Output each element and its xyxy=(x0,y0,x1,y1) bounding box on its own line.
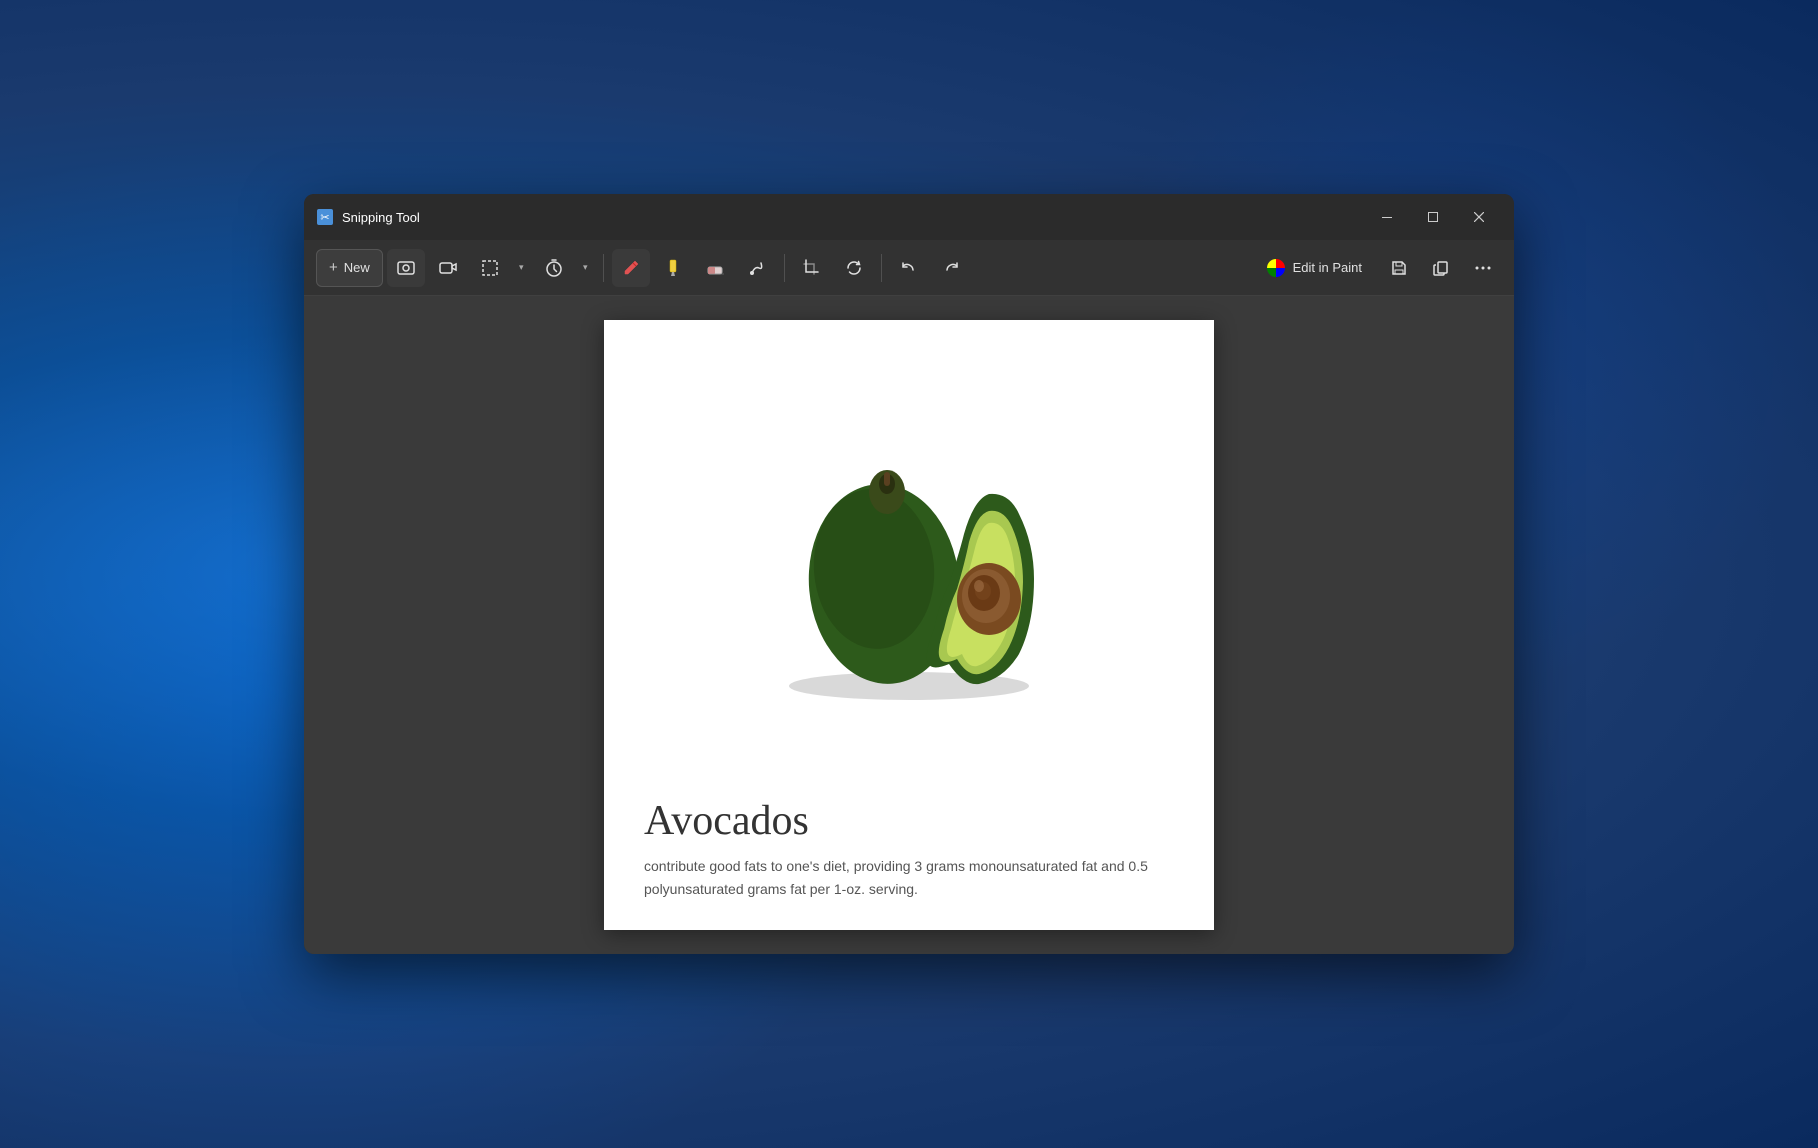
snip-shape-button[interactable] xyxy=(471,249,509,287)
rotate-button[interactable] xyxy=(835,249,873,287)
titlebar: ✂ Snipping Tool xyxy=(304,194,1514,240)
edit-in-paint-button[interactable]: Edit in Paint xyxy=(1253,249,1376,287)
more-options-button[interactable] xyxy=(1464,249,1502,287)
maximize-button[interactable] xyxy=(1410,201,1456,233)
separator-2 xyxy=(784,254,785,282)
touch-write-button[interactable] xyxy=(738,249,776,287)
crop-button[interactable] xyxy=(793,249,831,287)
edit-in-paint-label: Edit in Paint xyxy=(1293,260,1362,275)
svg-text:✂: ✂ xyxy=(320,212,329,224)
avocado-text-area: Avocados contribute good fats to one's d… xyxy=(604,797,1214,930)
toolbar: + New ▾ xyxy=(304,240,1514,296)
paint-icon xyxy=(1267,259,1285,277)
snip-shape-group: ▾ xyxy=(471,249,531,287)
avocado-description: contribute good fats to one's diet, prov… xyxy=(644,855,1174,900)
copy-button[interactable] xyxy=(1422,249,1460,287)
video-mode-button[interactable] xyxy=(429,249,467,287)
avocado-image-area xyxy=(604,320,1214,797)
avocado-title: Avocados xyxy=(644,797,1174,845)
content-area: Avocados contribute good fats to one's d… xyxy=(304,296,1514,954)
save-button[interactable] xyxy=(1380,249,1418,287)
plus-icon: + xyxy=(329,259,338,276)
separator-3 xyxy=(881,254,882,282)
pen-button[interactable] xyxy=(612,249,650,287)
screenshot-mode-button[interactable] xyxy=(387,249,425,287)
snip-shape-dropdown[interactable]: ▾ xyxy=(511,249,531,287)
new-button[interactable]: + New xyxy=(316,249,383,287)
eraser-button[interactable] xyxy=(696,249,734,287)
delay-dropdown[interactable]: ▾ xyxy=(575,249,595,287)
new-label: New xyxy=(344,260,370,275)
minimize-button[interactable] xyxy=(1364,201,1410,233)
chevron-down-icon-delay: ▾ xyxy=(583,262,588,273)
undo-button[interactable] xyxy=(890,249,928,287)
separator-1 xyxy=(603,254,604,282)
window-controls xyxy=(1364,201,1502,233)
delay-group: ▾ xyxy=(535,249,595,287)
screenshot-canvas: Avocados contribute good fats to one's d… xyxy=(604,320,1214,930)
app-icon: ✂ xyxy=(316,208,334,226)
delay-button[interactable] xyxy=(535,249,573,287)
snipping-tool-window: ✂ Snipping Tool + New xyxy=(304,194,1514,954)
avocado-illustration xyxy=(739,409,1079,709)
redo-button[interactable] xyxy=(932,249,970,287)
app-title: Snipping Tool xyxy=(342,210,1364,225)
highlighter-button[interactable] xyxy=(654,249,692,287)
chevron-down-icon: ▾ xyxy=(519,262,524,273)
close-button[interactable] xyxy=(1456,201,1502,233)
